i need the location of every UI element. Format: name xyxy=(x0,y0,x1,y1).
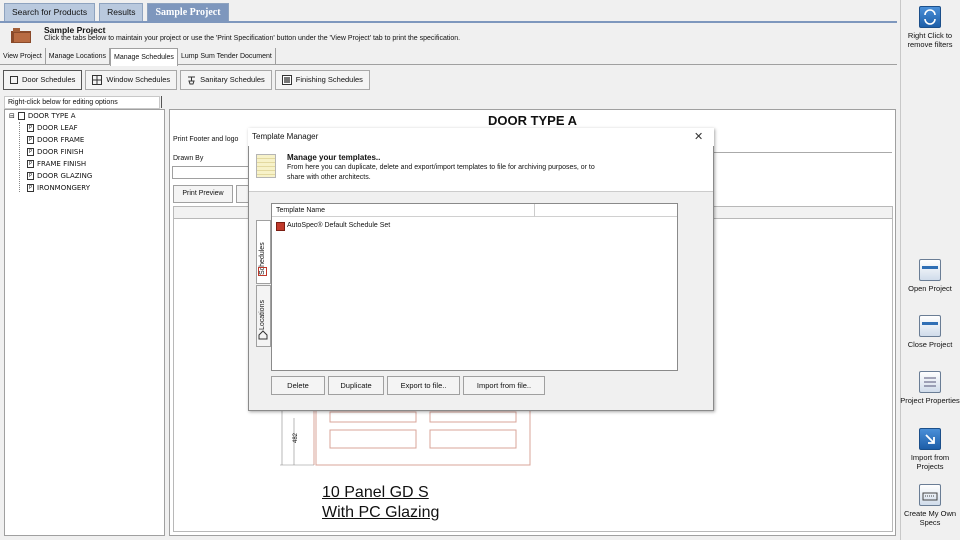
close-project-label: Close Project xyxy=(907,340,953,349)
duplicate-button[interactable]: Duplicate xyxy=(328,376,384,395)
sanitary-schedules-button[interactable]: Sanitary Schedules xyxy=(180,70,272,90)
doc-icon: P xyxy=(27,148,34,156)
column-template-name[interactable]: Template Name xyxy=(276,207,325,214)
tab-search-products[interactable]: Search for Products xyxy=(4,3,96,21)
finishing-schedules-button[interactable]: Finishing Schedules xyxy=(274,70,370,90)
close-project-icon xyxy=(919,315,941,337)
dialog-heading: Manage your templates.. xyxy=(287,153,381,162)
sub-tabs: View Project Manage Locations Manage Sch… xyxy=(0,48,897,66)
keyboard-icon xyxy=(919,484,941,506)
tree-item-label: DOOR GLAZING xyxy=(37,172,93,180)
tree-root[interactable]: ⊟ DOOR TYPE A xyxy=(9,112,76,120)
tree-hint: Right-click below for editing options xyxy=(4,96,160,109)
door-panel-drawing xyxy=(280,410,531,466)
close-icon[interactable]: ✕ xyxy=(694,130,703,143)
tab-underline xyxy=(0,21,897,23)
tab-sample-project[interactable]: Sample Project xyxy=(147,3,229,21)
project-subtitle: Click the tabs below to maintain your pr… xyxy=(44,35,461,42)
export-button[interactable]: Export to file.. xyxy=(387,376,460,395)
tab-view-project[interactable]: View Project xyxy=(0,48,46,65)
project-properties-label: Project Properties xyxy=(900,396,960,405)
schedule-tree[interactable]: ⊟ DOOR TYPE A P DOOR LEAF P DOOR FRAME P DO… xyxy=(4,109,165,536)
tree-item-label: FRAME FINISH xyxy=(37,160,87,168)
import-button[interactable]: Import from file.. xyxy=(463,376,545,395)
dialog-description-cont: share with other architects. xyxy=(287,174,371,181)
filter-icon xyxy=(919,6,941,28)
dialog-description: From here you can duplicate, delete and … xyxy=(287,164,595,171)
import-projects-button[interactable]: Import from Projects xyxy=(900,428,960,471)
window-schedules-label: Window Schedules xyxy=(106,75,171,84)
door-caption-line1: 10 Panel GD S xyxy=(322,484,429,501)
column-separator[interactable] xyxy=(534,204,535,217)
tree-item-label: IRONMONGERY xyxy=(37,184,90,192)
dimension-label: 482 xyxy=(293,432,300,444)
tree-item-frame-finish[interactable]: P FRAME FINISH xyxy=(27,160,86,168)
project-properties-button[interactable]: Project Properties xyxy=(900,371,960,405)
delete-button[interactable]: Delete xyxy=(271,376,325,395)
door-type-title: DOOR TYPE A xyxy=(487,113,578,128)
remove-filters-label: Right Click to remove filters xyxy=(907,31,953,49)
panel-divider[interactable] xyxy=(161,96,162,108)
tree-item-door-glazing[interactable]: P DOOR GLAZING xyxy=(27,172,92,180)
schedule-set-icon xyxy=(276,222,285,231)
tree-item-ironmongery[interactable]: P IRONMONGERY xyxy=(27,184,90,192)
tree-item-door-frame[interactable]: P DOOR FRAME xyxy=(27,136,84,144)
tree-connector xyxy=(19,122,20,192)
list-item[interactable]: AutoSpec® Default Schedule Set xyxy=(287,222,390,229)
door-schedules-label: Door Schedules xyxy=(22,75,76,84)
dialog-title: Template Manager xyxy=(252,132,319,141)
project-title: Sample Project xyxy=(44,25,106,35)
tree-item-door-finish[interactable]: P DOOR FINISH xyxy=(27,148,84,156)
create-own-specs-label: Create My Own Specs xyxy=(903,509,957,527)
finish-icon xyxy=(281,75,292,85)
drawn-by-label: Drawn By xyxy=(173,155,204,162)
doc-icon: P xyxy=(27,136,34,144)
doc-icon: P xyxy=(27,124,34,132)
tree-item-label: DOOR FINISH xyxy=(37,148,84,156)
print-footer-label: Print Footer and logo xyxy=(173,136,239,143)
tab-manage-schedules[interactable]: Manage Schedules xyxy=(110,48,178,66)
doc-icon: P xyxy=(27,160,34,168)
project-folder-icon xyxy=(11,28,31,43)
door-icon xyxy=(10,76,18,84)
finishing-schedules-label: Finishing Schedules xyxy=(295,75,363,84)
tree-item-label: DOOR FRAME xyxy=(37,136,85,144)
print-preview-button[interactable]: Print Preview xyxy=(173,185,233,203)
tab-manage-locations[interactable]: Manage Locations xyxy=(46,48,110,65)
door-schedules-button[interactable]: Door Schedules xyxy=(3,70,83,90)
import-icon xyxy=(919,428,941,450)
doc-icon: P xyxy=(27,172,34,180)
tree-item-door-leaf[interactable]: P DOOR LEAF xyxy=(27,124,78,132)
schedule-toolbar: Door Schedules Window Schedules Sanitary… xyxy=(0,70,370,90)
tap-icon xyxy=(188,76,196,85)
tree-item-label: DOOR LEAF xyxy=(37,124,78,132)
open-project-button[interactable]: Open Project xyxy=(900,259,960,293)
open-project-icon xyxy=(919,259,941,281)
collapse-icon: ⊟ xyxy=(9,112,15,120)
tab-results[interactable]: Results xyxy=(99,3,144,21)
sanitary-schedules-label: Sanitary Schedules xyxy=(200,75,265,84)
create-own-specs-button[interactable]: Create My Own Specs xyxy=(900,484,960,527)
door-caption-line2: With PC Glazing xyxy=(322,504,440,521)
remove-filters-button[interactable]: Right Click to remove filters xyxy=(900,6,960,49)
window-icon xyxy=(92,75,103,85)
house-icon xyxy=(258,330,268,340)
tab-locations-label: Locations xyxy=(259,300,266,330)
drawn-by-input[interactable] xyxy=(172,166,250,179)
template-notebook-icon xyxy=(256,154,276,178)
schedule-tab-icon xyxy=(258,267,267,276)
tab-lump-sum-tender[interactable]: Lump Sum Tender Document xyxy=(178,48,276,65)
open-project-label: Open Project xyxy=(908,284,952,293)
tree-root-label: DOOR TYPE A xyxy=(27,112,76,120)
template-list-header xyxy=(272,204,677,217)
doc-icon: P xyxy=(27,184,34,192)
properties-icon xyxy=(919,371,941,393)
footer-rule xyxy=(700,152,892,153)
window-schedules-button[interactable]: Window Schedules xyxy=(85,70,178,90)
import-projects-label: Import from Projects xyxy=(910,453,950,471)
door-node-icon xyxy=(17,112,25,120)
project-tabs: Search for Products Results Sample Proje… xyxy=(0,3,229,21)
close-project-button[interactable]: Close Project xyxy=(900,315,960,349)
